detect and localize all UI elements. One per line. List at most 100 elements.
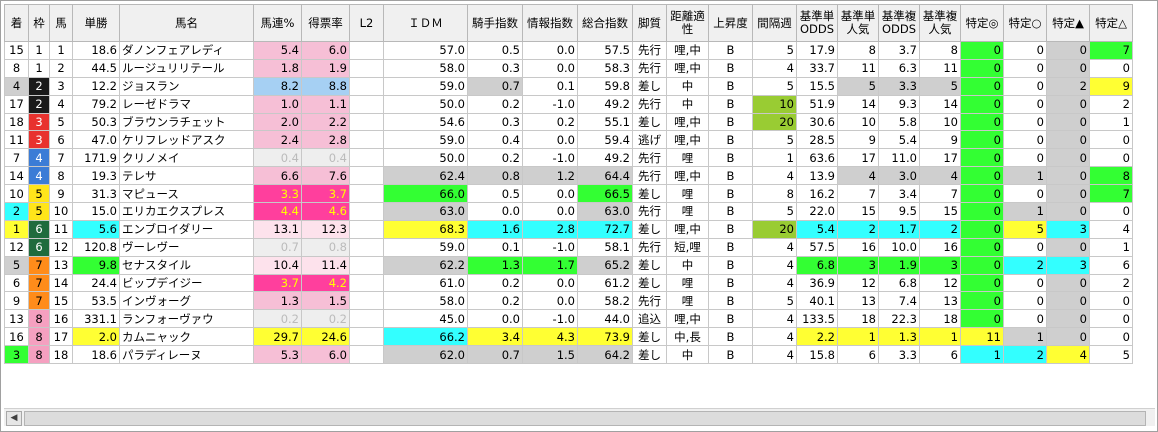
cell-chaku[interactable]: 4 — [4, 76, 29, 96]
cell-sogo-index[interactable]: 65.2 — [577, 255, 633, 275]
cell-kijun-tan-ninki[interactable]: 3 — [837, 255, 879, 275]
cell-umaren-pct[interactable]: 6.6 — [253, 166, 302, 186]
cell-tokutei-tanana[interactable]: 3 — [1046, 219, 1090, 239]
cell-kankaku[interactable]: 4 — [752, 309, 797, 329]
cell-tansho[interactable]: 18.6 — [72, 345, 120, 365]
table-row[interactable]: 6 7 14 24.4 ビップデイジー 3.7 4.2 61.0 0.2 0.0 61.2 差し哩 B 4… — [4, 273, 1133, 293]
cell-tokutei-tanana[interactable]: 0 — [1046, 130, 1090, 150]
cell-l2[interactable] — [349, 327, 384, 347]
cell-kijun-tan-odds[interactable]: 16.2 — [796, 184, 838, 204]
cell-kijun-fuku-ninki[interactable]: 8 — [919, 41, 961, 60]
cell-tokutei-tanana[interactable]: 0 — [1046, 41, 1090, 60]
table-row[interactable]: 3 8 18 18.6 パラディレーヌ 5.3 6.0 62.0 0.7 1.5 64.2 差し中 B 4… — [4, 345, 1133, 365]
cell-idm[interactable]: 58.0 — [383, 291, 468, 311]
cell-tansho[interactable]: 2.0 — [72, 327, 120, 347]
cell-kijun-fuku-ninki[interactable]: 5 — [919, 76, 961, 96]
cell-chaku[interactable]: 14 — [4, 166, 29, 186]
cell-kankaku[interactable]: 4 — [752, 273, 797, 293]
column-header-kyori-tekisei[interactable]: 距離適性 — [666, 4, 709, 42]
cell-kyori-tekisei[interactable]: 短,哩 — [666, 237, 709, 257]
cell-joho-index[interactable]: 0.0 — [522, 184, 578, 204]
cell-tokutei-renka[interactable]: 0 — [1089, 58, 1133, 78]
column-header-uma[interactable]: 馬 — [49, 4, 73, 42]
cell-tokutei-honmei[interactable]: 0 — [960, 148, 1004, 168]
cell-umaren-pct[interactable]: 10.4 — [253, 255, 302, 275]
cell-kishu-index[interactable]: 0.2 — [467, 94, 523, 114]
cell-idm[interactable]: 57.0 — [383, 41, 468, 60]
cell-kijun-tan-ninki[interactable]: 1 — [837, 327, 879, 347]
cell-tokutei-renka[interactable]: 8 — [1089, 166, 1133, 186]
cell-chaku[interactable]: 13 — [4, 309, 29, 329]
cell-chaku[interactable]: 10 — [4, 184, 29, 204]
cell-uma[interactable]: 10 — [49, 202, 73, 221]
cell-kijun-fuku-ninki[interactable]: 15 — [919, 202, 961, 221]
cell-idm[interactable]: 50.0 — [383, 148, 468, 168]
cell-joshodo[interactable]: B — [708, 345, 753, 365]
cell-kyakushitsu[interactable]: 差し — [632, 273, 667, 293]
cell-sogo-index[interactable]: 59.4 — [577, 130, 633, 150]
cell-kyori-tekisei[interactable]: 哩,中 — [666, 41, 709, 60]
cell-kishu-index[interactable]: 0.0 — [467, 309, 523, 329]
cell-kijun-tan-odds[interactable]: 36.9 — [796, 273, 838, 293]
cell-tokutei-renka[interactable]: 2 — [1089, 94, 1133, 114]
cell-joho-index[interactable]: 2.8 — [522, 219, 578, 239]
column-header-l2[interactable]: L2 — [349, 4, 384, 42]
cell-l2[interactable] — [349, 130, 384, 150]
cell-kijun-fuku-odds[interactable]: 3.0 — [878, 166, 920, 186]
cell-sogo-index[interactable]: 64.2 — [577, 345, 633, 365]
cell-chaku[interactable]: 1 — [4, 219, 29, 239]
table-row[interactable]: 4 2 3 12.2 ジョスラン 8.2 8.8 59.0 0.7 0.1 59.8 差し中 B 5 15.… — [4, 76, 1133, 96]
cell-sogo-index[interactable]: 64.4 — [577, 166, 633, 186]
cell-sogo-index[interactable]: 57.5 — [577, 41, 633, 60]
cell-tokutei-taiko[interactable]: 2 — [1003, 255, 1047, 275]
cell-tokutei-tanana[interactable]: 0 — [1046, 184, 1090, 204]
cell-kankaku[interactable]: 4 — [752, 166, 797, 186]
cell-kijun-tan-odds[interactable]: 63.6 — [796, 148, 838, 168]
cell-umaren-pct[interactable]: 8.2 — [253, 76, 302, 96]
cell-kijun-fuku-odds[interactable]: 1.9 — [878, 255, 920, 275]
cell-l2[interactable] — [349, 76, 384, 96]
cell-tokuhyo-pct[interactable]: 2.8 — [301, 130, 350, 150]
cell-kankaku[interactable]: 1 — [752, 148, 797, 168]
table-row[interactable]: 14 4 8 19.3 テレサ 6.6 7.6 62.4 0.8 1.2 64.4 先行 哩,中 B 4 13… — [4, 166, 1133, 186]
cell-kijun-tan-ninki[interactable]: 14 — [837, 94, 879, 114]
cell-sogo-index[interactable]: 63.0 — [577, 202, 633, 221]
cell-tokutei-taiko[interactable]: 1 — [1003, 166, 1047, 186]
cell-tansho[interactable]: 120.8 — [72, 237, 120, 257]
cell-sogo-index[interactable]: 55.1 — [577, 112, 633, 132]
cell-kankaku[interactable]: 4 — [752, 237, 797, 257]
cell-l2[interactable] — [349, 94, 384, 114]
cell-tokuhyo-pct[interactable]: 24.6 — [301, 327, 350, 347]
cell-tokutei-tanana[interactable]: 0 — [1046, 309, 1090, 329]
cell-waku[interactable]: 1 — [28, 41, 50, 60]
cell-kijun-tan-ninki[interactable]: 17 — [837, 148, 879, 168]
cell-tansho[interactable]: 53.5 — [72, 291, 120, 311]
cell-kijun-fuku-ninki[interactable]: 3 — [919, 255, 961, 275]
cell-joshodo[interactable]: B — [708, 273, 753, 293]
cell-l2[interactable] — [349, 41, 384, 60]
cell-tokutei-tanana[interactable]: 0 — [1046, 58, 1090, 78]
table-row[interactable]: 13 8 16 331.1 ランフォーヴァウ 0.2 0.2 45.0 0.0 -1.0 44.0 追… — [4, 309, 1133, 329]
cell-tokutei-honmei[interactable]: 0 — [960, 76, 1004, 96]
column-header-chaku[interactable]: 着 — [4, 4, 29, 42]
column-header-sogo-index[interactable]: 総合指数 — [577, 4, 633, 42]
cell-tansho[interactable]: 24.4 — [72, 273, 120, 293]
cell-l2[interactable] — [349, 255, 384, 275]
cell-l2[interactable] — [349, 345, 384, 365]
cell-kijun-fuku-odds[interactable]: 9.5 — [878, 202, 920, 221]
cell-chaku[interactable]: 8 — [4, 58, 29, 78]
cell-tokutei-renka[interactable]: 1 — [1089, 112, 1133, 132]
cell-joshodo[interactable]: B — [708, 112, 753, 132]
cell-tokutei-renka[interactable]: 4 — [1089, 219, 1133, 239]
cell-kyori-tekisei[interactable]: 哩 — [666, 273, 709, 293]
cell-tokutei-taiko[interactable]: 0 — [1003, 130, 1047, 150]
cell-kijun-fuku-ninki[interactable]: 16 — [919, 237, 961, 257]
cell-kijun-tan-odds[interactable]: 6.8 — [796, 255, 838, 275]
cell-waku[interactable]: 5 — [28, 184, 50, 204]
cell-kijun-tan-ninki[interactable]: 2 — [837, 219, 879, 239]
cell-tokutei-honmei[interactable]: 0 — [960, 58, 1004, 78]
cell-kijun-fuku-odds[interactable]: 6.8 — [878, 273, 920, 293]
cell-horse-name[interactable]: ルージュリリテール — [119, 58, 254, 78]
cell-umaren-pct[interactable]: 0.7 — [253, 237, 302, 257]
table-row[interactable]: 10 5 9 31.3 マピュース 3.3 3.7 66.0 0.5 0.0 66.5 差し哩 B 8 16… — [4, 184, 1133, 204]
